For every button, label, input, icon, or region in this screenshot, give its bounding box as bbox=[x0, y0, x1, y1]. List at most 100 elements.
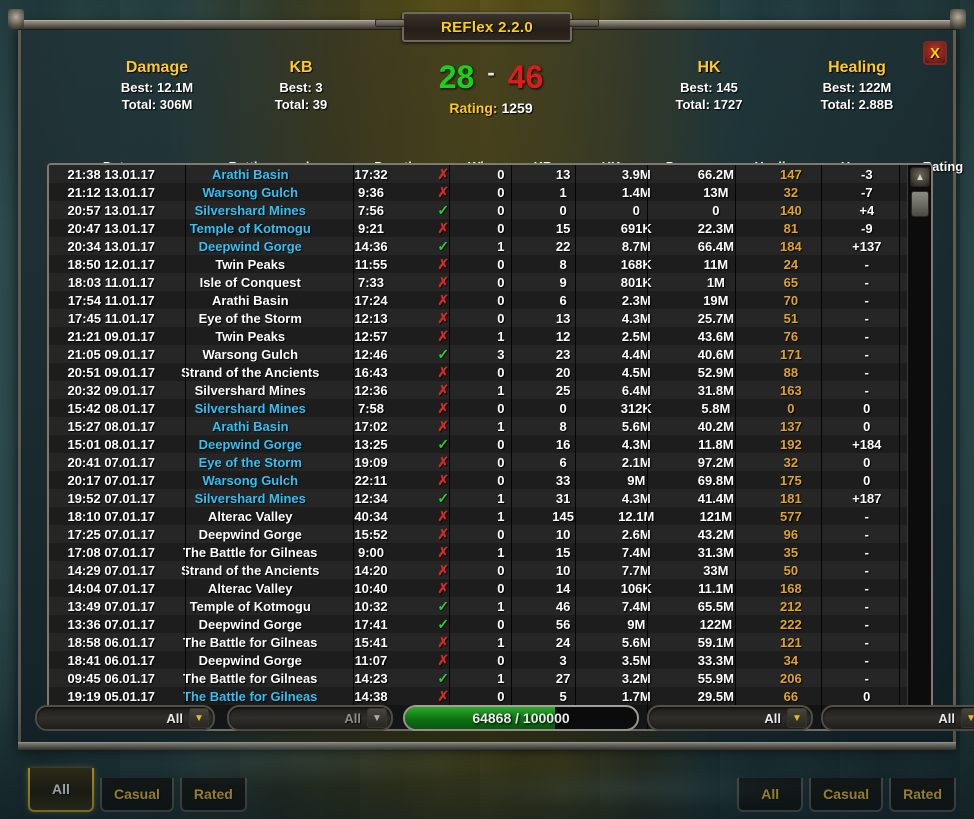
cell-date: 14:04 07.01.17 bbox=[67, 580, 155, 596]
cell-dmg: 8.7M bbox=[621, 238, 651, 254]
loss-cross-icon: ✗ bbox=[437, 651, 450, 668]
window-titlebar[interactable]: REFlex 2.2.0 bbox=[375, 6, 599, 48]
table-row[interactable]: 18:50 12.01.17 Twin Peaks 11:55 ✗ 0 8 168K 11M 2… bbox=[49, 255, 907, 273]
table-row[interactable]: 20:34 13.01.17 Deepwind Gorge 14:36 ✓ 1 22 8.7… bbox=[49, 237, 907, 255]
cell-rating: - bbox=[864, 652, 869, 668]
cell-rating: - bbox=[864, 616, 869, 632]
table-row[interactable]: 17:25 07.01.17 Deepwind Gorge 15:52 ✗ 0 10 2.6… bbox=[49, 525, 907, 543]
filter-dropdown-4[interactable]: All ▼ bbox=[821, 705, 974, 731]
cell-heal: 11.8M bbox=[698, 436, 734, 452]
table-row[interactable]: 21:05 09.01.17 Warsong Gulch 12:46 ✓ 3 23 4.4M… bbox=[49, 345, 907, 363]
score-row: 28 - 46 bbox=[376, 61, 606, 93]
loss-cross-icon: ✗ bbox=[437, 273, 450, 290]
cell-dmg: 4.3M bbox=[621, 436, 651, 452]
cell-honor: 163 bbox=[780, 382, 802, 398]
cell-heal: 33.3M bbox=[697, 652, 734, 668]
cell-date: 18:03 11.01.17 bbox=[67, 274, 155, 290]
scroll-up-button[interactable]: ▲ bbox=[910, 167, 930, 187]
filter-dropdown-3[interactable]: All ▼ bbox=[647, 705, 813, 731]
cell-dmg: 3.9M bbox=[621, 166, 651, 182]
table-row[interactable]: 14:29 07.01.17 Strand of the Ancients 14:2… bbox=[49, 561, 907, 579]
table-scrollbar[interactable]: ▲ ▼ bbox=[907, 165, 931, 729]
table-row[interactable]: 21:12 13.01.17 Warsong Gulch 9:36 ✗ 0 1 1.4M 13… bbox=[49, 183, 907, 201]
filter-dropdown-2[interactable]: All ▼ bbox=[227, 705, 393, 731]
cell-rating: - bbox=[864, 346, 869, 362]
cell-rating: -7 bbox=[861, 184, 873, 200]
table-row[interactable]: 19:52 07.01.17 Silvershard Mines 12:34 ✓ 1 31… bbox=[49, 489, 907, 507]
table-row[interactable]: 18:03 11.01.17 Isle of Conquest 7:33 ✗ 0 9 801… bbox=[49, 273, 907, 291]
table-row[interactable]: 21:38 13.01.17 Arathi Basin 17:32 ✗ 0 13 3.9M 6… bbox=[49, 165, 907, 183]
loss-cross-icon: ✗ bbox=[437, 183, 450, 200]
cell-rating: - bbox=[864, 274, 869, 290]
table-row[interactable]: 21:21 09.01.17 Twin Peaks 12:57 ✗ 1 12 2.5M 43.… bbox=[49, 327, 907, 345]
cell-rating: - bbox=[864, 634, 869, 650]
tab-left-all[interactable]: All bbox=[28, 768, 94, 812]
scrollbar-thumb[interactable] bbox=[911, 191, 929, 217]
table-row[interactable]: 18:10 07.01.17 Alterac Valley 40:34 ✗ 1 145 12… bbox=[49, 507, 907, 525]
table-row[interactable]: 15:27 08.01.17 Arathi Basin 17:02 ✗ 1 8 5.6M 40… bbox=[49, 417, 907, 435]
table-row[interactable]: 20:17 07.01.17 Warsong Gulch 22:11 ✗ 0 33 9M 69… bbox=[49, 471, 907, 489]
cell-dmg: 5.6M bbox=[621, 634, 651, 650]
table-row[interactable]: 09:45 06.01.17 The Battle for Gilneas 14:2… bbox=[49, 669, 907, 687]
table-row[interactable]: 15:01 08.01.17 Deepwind Gorge 13:25 ✓ 0 16 4.3… bbox=[49, 435, 907, 453]
cell-hk: 1 bbox=[559, 184, 567, 200]
cell-dmg: 7.4M bbox=[621, 544, 651, 560]
filter-bar: All ▼ All ▼ 64868 / 100000 All ▼ All ▼ bbox=[29, 701, 974, 737]
cell-honor: 212 bbox=[780, 598, 802, 614]
table-row[interactable]: 20:41 07.01.17 Eye of the Storm 19:09 ✗ 0 6 2.… bbox=[49, 453, 907, 471]
stat-healing: Healing Best: 122M Total: 2.88B bbox=[773, 59, 941, 113]
cell-kb: 0 bbox=[497, 472, 505, 488]
cell-date: 15:01 08.01.17 bbox=[67, 436, 155, 452]
cell-honor: 137 bbox=[780, 418, 802, 434]
table-row[interactable]: 20:47 13.01.17 Temple of Kotmogu 9:21 ✗ 0 15 6… bbox=[49, 219, 907, 237]
filter-dropdown-1[interactable]: All ▼ bbox=[35, 705, 215, 731]
cell-dur: 7:58 bbox=[357, 400, 384, 416]
stat-hk: HK Best: 145 Total: 1727 bbox=[629, 59, 789, 113]
cell-dur: 12:57 bbox=[354, 328, 388, 344]
win-check-icon: ✓ bbox=[437, 237, 450, 254]
tab-right-rated[interactable]: Rated bbox=[889, 778, 956, 812]
cell-heal: 19M bbox=[703, 292, 729, 308]
rail-cap-right-icon bbox=[950, 9, 966, 29]
cell-rating: 0 bbox=[863, 400, 871, 416]
table-row[interactable]: 20:32 09.01.17 Silvershard Mines 12:36 ✗ 1 25… bbox=[49, 381, 907, 399]
tab-right-casual[interactable]: Casual bbox=[809, 778, 884, 812]
cell-heal: 65.5M bbox=[697, 598, 734, 614]
page-title: REFlex 2.2.0 bbox=[441, 18, 533, 36]
table-row[interactable]: 13:49 07.01.17 Temple of Kotmogu 10:32 ✓ 1 46… bbox=[49, 597, 907, 615]
cell-dmg: 4.5M bbox=[621, 364, 651, 380]
table-row[interactable]: 20:57 13.01.17 Silvershard Mines 7:56 ✓ 0 0 0 0… bbox=[49, 201, 907, 219]
table-row[interactable]: 17:08 07.01.17 The Battle for Gilneas 9:00… bbox=[49, 543, 907, 561]
cell-dmg: 7.4M bbox=[621, 598, 651, 614]
stat-kb-total: Total: 39 bbox=[274, 97, 328, 112]
cell-dur: 12:34 bbox=[354, 490, 388, 506]
cell-honor: 181 bbox=[780, 490, 802, 506]
loss-cross-icon: ✗ bbox=[437, 165, 450, 182]
table-row[interactable]: 13:36 07.01.17 Deepwind Gorge 17:41 ✓ 0 56 9M 1… bbox=[49, 615, 907, 633]
cell-date: 17:45 11.01.17 bbox=[67, 310, 155, 326]
tab-left-rated[interactable]: Rated bbox=[179, 778, 247, 812]
table-row[interactable]: 17:54 11.01.17 Arathi Basin 17:24 ✗ 0 6 2.3M 19… bbox=[49, 291, 907, 309]
cell-kb: 0 bbox=[497, 310, 505, 326]
cell-rating: -3 bbox=[861, 166, 873, 182]
cell-date: 20:51 09.01.17 bbox=[67, 364, 155, 380]
cell-kb: 0 bbox=[497, 364, 505, 380]
cell-rating: 0 bbox=[863, 418, 871, 434]
tab-right-all[interactable]: All bbox=[737, 778, 804, 812]
table-row[interactable]: 15:42 08.01.17 Silvershard Mines 7:58 ✗ 0 0 31… bbox=[49, 399, 907, 417]
loss-cross-icon: ✗ bbox=[437, 525, 450, 542]
table-row[interactable]: 20:51 09.01.17 Strand of the Ancients 16:4… bbox=[49, 363, 907, 381]
table-row[interactable]: 17:45 11.01.17 Eye of the Storm 12:13 ✗ 0 13 4… bbox=[49, 309, 907, 327]
titlebar-bracket-left-icon bbox=[375, 19, 405, 27]
cell-hk: 25 bbox=[555, 382, 571, 398]
table-row[interactable]: 18:41 06.01.17 Deepwind Gorge 11:07 ✗ 0 3 3.5M… bbox=[49, 651, 907, 669]
table-row[interactable]: 14:04 07.01.17 Alterac Valley 10:40 ✗ 0 14 106… bbox=[49, 579, 907, 597]
honor-progress-bar: 64868 / 100000 bbox=[403, 705, 639, 731]
tab-left-casual[interactable]: Casual bbox=[100, 778, 174, 812]
cell-date: 17:54 11.01.17 bbox=[67, 292, 155, 308]
table-row[interactable]: 18:58 06.01.17 The Battle for Gilneas 15:4… bbox=[49, 633, 907, 651]
cell-battleground: Strand of the Ancients bbox=[181, 562, 320, 578]
cell-battleground: Warsong Gulch bbox=[202, 346, 299, 362]
cell-kb: 0 bbox=[497, 220, 505, 236]
stat-damage-total: Total: 306M bbox=[121, 97, 193, 112]
